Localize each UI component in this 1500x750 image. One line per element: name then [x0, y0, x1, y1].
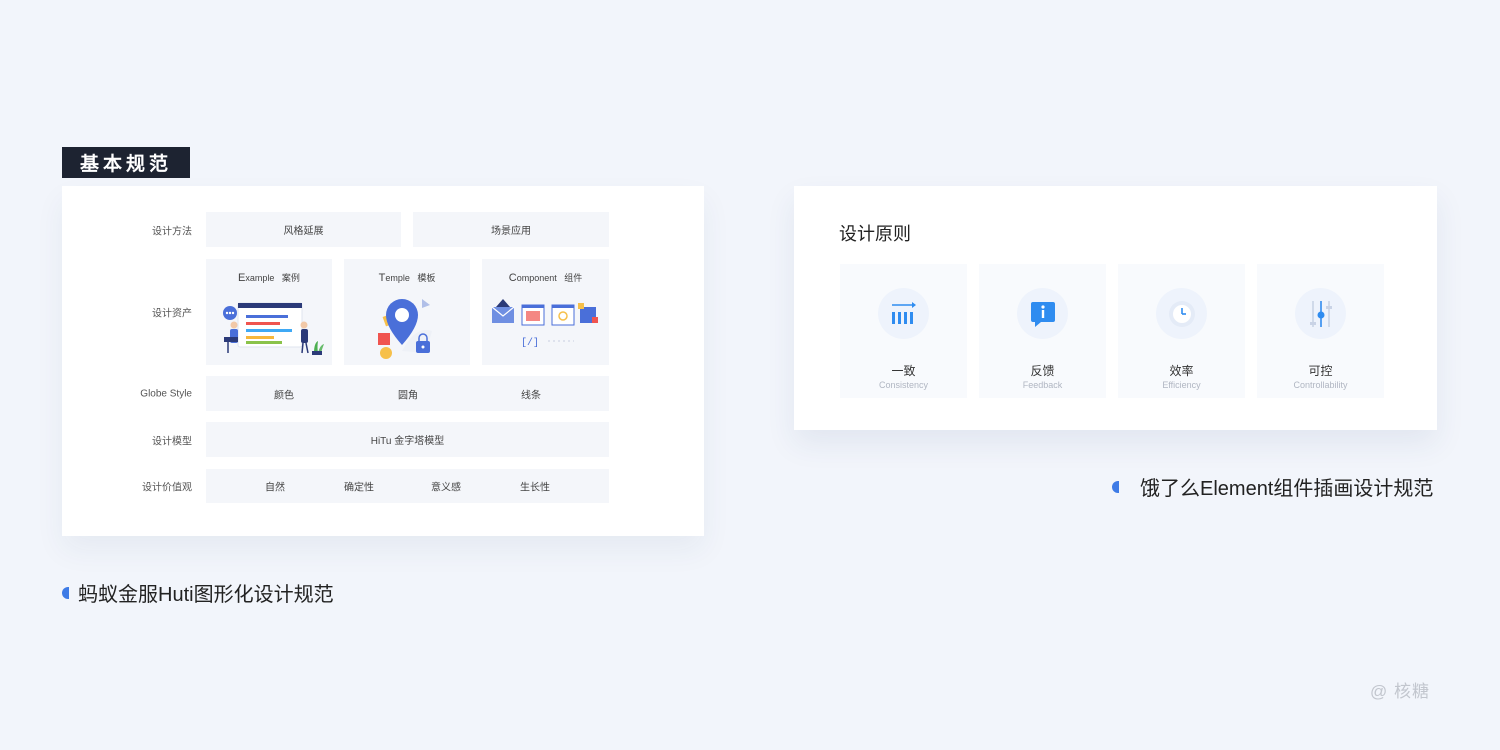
right-caption-text: 饿了么Element组件插画设计规范 [1140, 478, 1434, 500]
left-caption: 蚂蚁金服Huti图形化设计规范 [62, 578, 334, 607]
design-principles-card: 设计原则 一致 Consistency 反馈 Feedback 效率 Effic… [794, 186, 1437, 430]
principle-controllability[interactable]: 可控 Controllability [1257, 264, 1384, 398]
value-natural[interactable]: 自然 [265, 479, 285, 494]
asset-template-card[interactable]: Temple 模板 [344, 259, 470, 365]
principle-title: 可控 [1308, 364, 1333, 378]
principle-title: 效率 [1169, 364, 1194, 378]
principle-subtitle: Feedback [1022, 380, 1063, 390]
globe-style-cell: 颜色 圆角 线条 [206, 376, 609, 411]
row-label-assets: 设计资产 [152, 308, 192, 320]
principle-efficiency[interactable]: 效率 Efficiency [1118, 264, 1245, 398]
example-illustration [206, 293, 332, 365]
globe-line[interactable]: 线条 [521, 386, 541, 401]
principle-subtitle: Efficiency [1162, 380, 1201, 390]
globe-radius[interactable]: 圆角 [398, 386, 418, 401]
principle-consistency[interactable]: 一致 Consistency [840, 264, 967, 398]
asset-component-title: Component 组件 [508, 272, 583, 284]
value-meaning[interactable]: 意义感 [431, 479, 461, 494]
basic-spec-card: 设计方法 风格延展 场景应用 设计资产 Example 案例 Temple 模板… [62, 186, 704, 536]
row-label-model: 设计模型 [152, 436, 192, 448]
value-growth[interactable]: 生长性 [520, 479, 550, 494]
caption-bullet-icon [62, 586, 69, 599]
component-illustration: [/] [482, 293, 609, 365]
template-illustration [344, 293, 470, 365]
svg-text:[/]: [/] [521, 337, 539, 349]
section-tag: 基本规范 [62, 147, 190, 178]
feedback-icon [1017, 288, 1068, 339]
value-certainty[interactable]: 确定性 [344, 479, 374, 494]
globe-color[interactable]: 颜色 [274, 386, 294, 401]
method-scene-application[interactable]: 场景应用 [413, 212, 609, 247]
row-label-values: 设计价值观 [142, 482, 192, 494]
efficiency-icon [1156, 288, 1207, 339]
principle-title: 反馈 [1030, 364, 1055, 378]
asset-example-title: Example 案例 [238, 272, 300, 284]
principle-feedback[interactable]: 反馈 Feedback [979, 264, 1106, 398]
values-cell: 自然 确定性 意义感 生长性 [206, 469, 609, 503]
consistency-icon [878, 288, 929, 339]
method-style-extension[interactable]: 风格延展 [206, 212, 401, 247]
caption-bullet-icon [1112, 480, 1119, 493]
asset-example-card[interactable]: Example 案例 [206, 259, 332, 365]
controllability-icon [1295, 288, 1346, 339]
row-label-method: 设计方法 [152, 226, 192, 238]
row-label-globe-style: Globe Style [140, 388, 192, 400]
model-hitu-pyramid[interactable]: HiTu 金字塔模型 [206, 422, 609, 457]
asset-component-card[interactable]: Component 组件 [/] [482, 259, 609, 365]
principles-title: 设计原则 [839, 224, 911, 244]
principle-subtitle: Controllability [1293, 380, 1348, 390]
right-caption: 饿了么Element组件插画设计规范 [1112, 472, 1433, 501]
left-caption-text: 蚂蚁金服Huti图形化设计规范 [78, 584, 334, 606]
principle-title: 一致 [891, 364, 916, 378]
watermark: @ 核糖 [1370, 682, 1430, 701]
principle-subtitle: Consistency [878, 380, 929, 390]
asset-template-title: Temple 模板 [378, 272, 436, 284]
